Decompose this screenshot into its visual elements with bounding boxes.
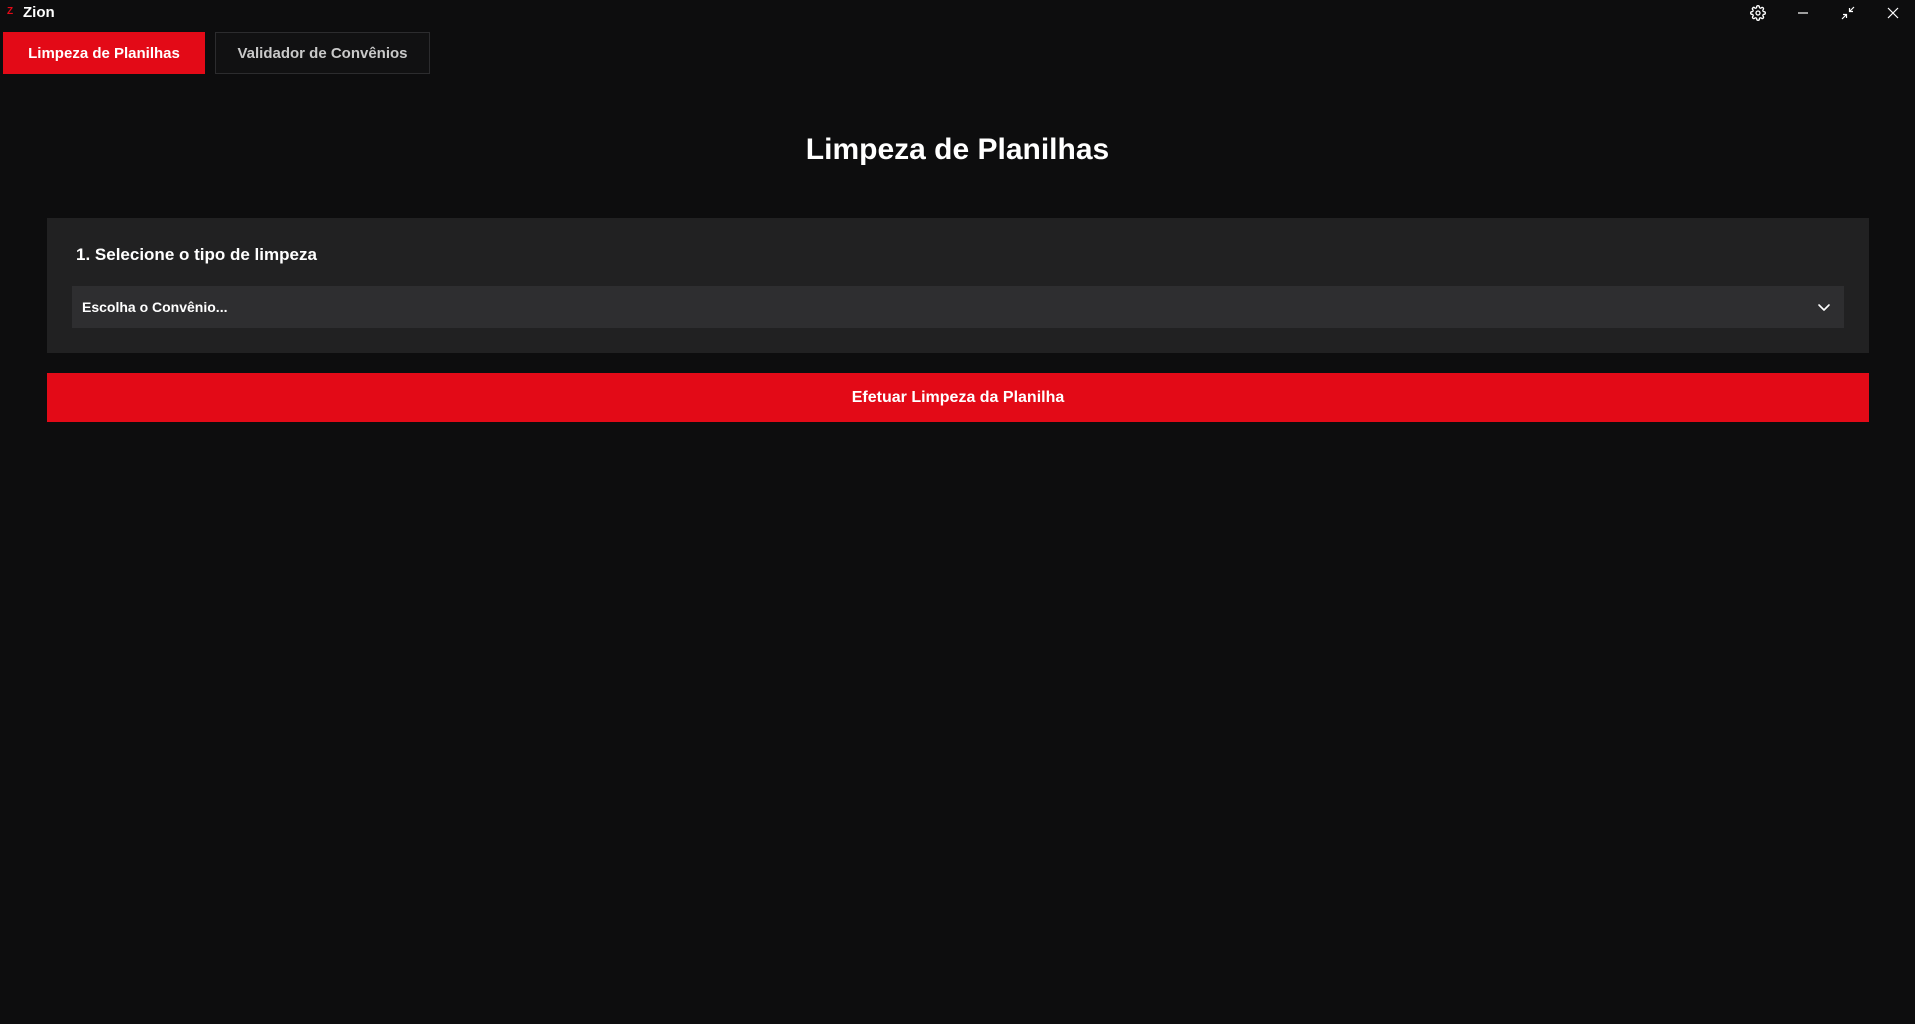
tab-limpeza-de-planilhas[interactable]: Limpeza de Planilhas	[3, 32, 205, 74]
tab-bar: Limpeza de Planilhas Validador de Convên…	[3, 32, 430, 74]
minimize-icon	[1797, 12, 1808, 14]
restore-icon	[1841, 6, 1854, 20]
window-controls	[1735, 0, 1915, 26]
cleaning-type-panel: 1. Selecione o tipo de limpeza Escolha o…	[47, 218, 1869, 353]
restore-button[interactable]	[1825, 0, 1870, 26]
close-icon	[1887, 7, 1898, 19]
close-button[interactable]	[1870, 0, 1915, 26]
app-title: Zion	[23, 4, 55, 21]
gear-icon	[1749, 5, 1766, 21]
chevron-down-icon	[1818, 304, 1830, 311]
cleaning-type-label: 1. Selecione o tipo de limpeza	[76, 245, 317, 264]
title-bar: Z Zion	[0, 0, 1915, 26]
settings-button[interactable]	[1735, 0, 1780, 26]
convenio-select-value: Escolha o Convênio...	[82, 299, 228, 315]
page-title: Limpeza de Planilhas	[805, 133, 1110, 166]
app-logo: Z	[7, 6, 14, 17]
efetuar-limpeza-button[interactable]: Efetuar Limpeza da Planilha	[47, 373, 1869, 422]
minimize-button[interactable]	[1780, 0, 1825, 26]
convenio-select[interactable]: Escolha o Convênio...	[72, 286, 1844, 328]
tab-validador-de-convenios[interactable]: Validador de Convênios	[215, 32, 430, 74]
